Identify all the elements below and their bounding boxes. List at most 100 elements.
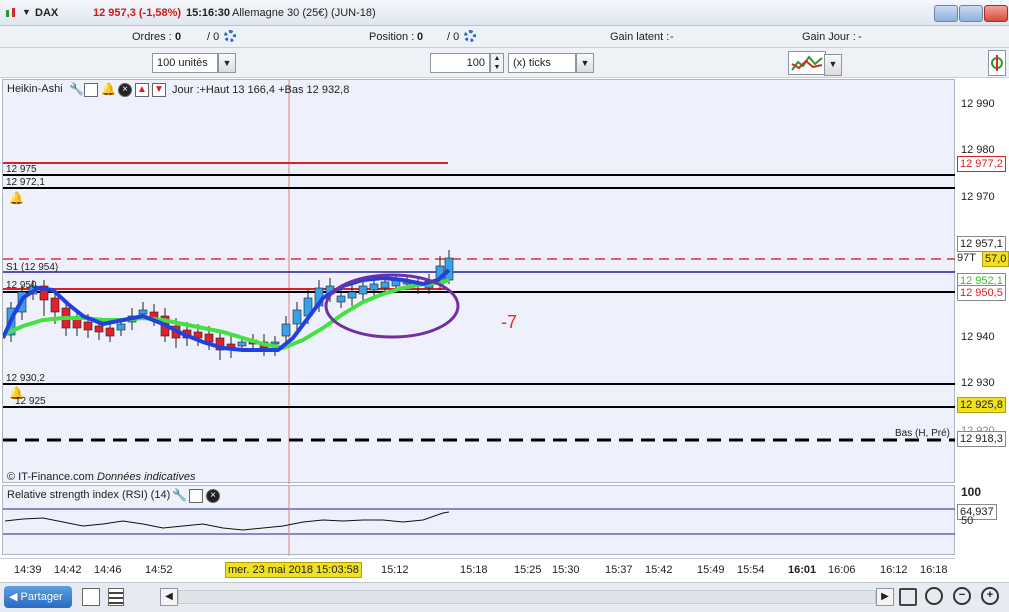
level-12975: 12 975: [6, 164, 37, 175]
alert-bell-icon[interactable]: 🔔: [9, 191, 24, 205]
x-tick: 14:42: [54, 564, 82, 576]
level-12925: 12 925: [15, 396, 46, 407]
orders-label: Ordres :: [132, 31, 172, 43]
x-tick: 15:42: [645, 564, 673, 576]
share-label: Partager: [20, 591, 63, 603]
up-icon[interactable]: ▲: [135, 83, 149, 97]
time-axis[interactable]: 14:39 14:42 14:46 14:52 mer. 23 mai 2018…: [0, 558, 955, 580]
share-icon: ◀: [9, 591, 18, 603]
ticks-input[interactable]: 100: [430, 53, 490, 73]
scroll-right-button[interactable]: ▶: [876, 588, 894, 606]
rsi-tick-100: 100: [961, 485, 982, 499]
gear-icon[interactable]: [224, 30, 236, 42]
gear-icon[interactable]: [464, 30, 476, 42]
x-tick: 16:01: [788, 564, 817, 576]
chevron-down-icon[interactable]: ▼: [824, 54, 842, 76]
x-tick: 16:12: [880, 564, 908, 576]
dropdown-arrow-icon[interactable]: ▼: [22, 7, 31, 17]
wrench-icon[interactable]: 🔧: [172, 488, 187, 502]
day-info: Jour :+Haut 13 166,4 +Bas 12 932,8: [172, 84, 350, 96]
bell-icon[interactable]: 🔔: [101, 82, 116, 96]
level-12972: 12 972,1: [6, 177, 45, 188]
annotation-text: -7: [501, 312, 518, 332]
trade-toolbar: 100 unités ▼ 100 ▲ ▼ (x) ticks ▼ ▼: [0, 48, 1009, 78]
indicator-chart-icon[interactable]: [788, 51, 826, 75]
y-tick: 12 980: [961, 144, 995, 156]
hover-date: mer. 23 mai 2018 15:03:58: [225, 562, 362, 578]
window-icon[interactable]: [84, 83, 98, 97]
gain-latent-label: Gain latent :: [610, 31, 670, 43]
level-12950: 12 950: [6, 280, 37, 291]
indicator-title: Heikin-Ashi: [7, 83, 63, 95]
zoom-fit-icon[interactable]: [899, 588, 917, 606]
minimize-button[interactable]: [934, 5, 958, 22]
x-tick: 16:18: [920, 564, 948, 576]
drawing-tool-icon[interactable]: [82, 588, 100, 606]
x-tick: 14:52: [145, 564, 173, 576]
rsi-panel[interactable]: Relative strength index (RSI) (14) 🔧 ×: [2, 485, 956, 556]
y-tick: 12 930: [961, 377, 995, 389]
position-value: 0: [417, 31, 424, 43]
down-icon[interactable]: ▼: [152, 83, 166, 97]
price-box-red: 12 950,5: [957, 285, 1006, 301]
units-select[interactable]: 100 unités: [152, 53, 218, 73]
x-tick: 16:06: [828, 564, 856, 576]
zoom-chart-icon[interactable]: [988, 50, 1006, 76]
x-tick: 15:54: [737, 564, 765, 576]
price-box-yellow: 12 925,8: [957, 397, 1006, 413]
close-icon[interactable]: ×: [206, 489, 220, 503]
symbol-label: DAX: [35, 7, 59, 19]
horizontal-scrollbar[interactable]: [178, 590, 876, 604]
price-axis[interactable]: 12 990 12 980 12 977,2 12 970 12 957,1 9…: [955, 79, 1009, 555]
stepper-icon[interactable]: ▲ ▼: [490, 53, 504, 73]
zoom-out-icon[interactable]: −: [953, 587, 971, 605]
close-icon[interactable]: ×: [118, 83, 132, 97]
position-total: / 0: [447, 31, 460, 43]
price-box-yellow: 57,0: [982, 251, 1009, 267]
price-box: 12 957,1: [957, 236, 1006, 252]
rsi-line: [4, 511, 450, 531]
candles: [6, 250, 454, 360]
bottom-toolbar: ◀ Partager ◀ ▶ − +: [0, 582, 1009, 612]
zoom-in-icon[interactable]: +: [981, 587, 999, 605]
chevron-down-icon[interactable]: ▼: [576, 53, 594, 73]
title-bar: ▼ DAX 12 957,3 (-1,58%) 15:16:30 Allemag…: [0, 0, 1009, 26]
wrench-icon[interactable]: 🔧: [69, 82, 84, 96]
level-s1: S1 (12 954): [6, 262, 59, 273]
x-tick: 15:18: [460, 564, 488, 576]
x-tick: 15:37: [605, 564, 633, 576]
ticks-unit-select[interactable]: (x) ticks: [508, 53, 576, 73]
x-tick: 14:46: [94, 564, 122, 576]
disclaimer-text: Données indicatives: [97, 471, 196, 483]
price-label: 12 957,3 (-1,58%): [93, 7, 182, 19]
chevron-down-icon[interactable]: ▼: [218, 53, 236, 73]
level-bas: Bas (H, Pré): [895, 428, 951, 439]
x-tick: 14:39: [14, 564, 42, 576]
level-12930: 12 930,2: [6, 373, 45, 384]
close-button[interactable]: [984, 5, 1008, 22]
window-icon[interactable]: [189, 489, 203, 503]
list-icon[interactable]: [108, 588, 124, 606]
zoom-area-icon[interactable]: [925, 587, 943, 605]
copyright-text: © IT-Finance.com: [7, 471, 94, 483]
x-tick: 15:12: [381, 564, 409, 576]
gain-jour-label: Gain Jour :: [802, 31, 856, 43]
rsi-tick-50: 50: [961, 515, 974, 527]
x-tick: 15:49: [697, 564, 725, 576]
gain-latent-value: -: [670, 31, 674, 43]
price-chart[interactable]: Heikin-Ashi 🔧 🔔 × ▲ ▼ Jour :+Haut 13 166…: [2, 79, 956, 484]
chart-type-icon[interactable]: [4, 6, 18, 20]
position-label: Position :: [369, 31, 415, 43]
orders-total: / 0: [207, 31, 220, 43]
price-chart-svg: [3, 80, 956, 484]
maximize-button[interactable]: [959, 5, 983, 22]
price-box-97t: 97T: [957, 252, 976, 264]
orders-bar: Ordres : 0 / 0 Position : 0 / 0 Gain lat…: [0, 26, 1009, 48]
scroll-left-button[interactable]: ◀: [160, 588, 178, 606]
instrument-label: Allemagne 30 (25€) (JUN-18): [232, 7, 376, 19]
x-tick: 15:30: [552, 564, 580, 576]
share-button[interactable]: ◀ Partager: [4, 586, 72, 608]
orders-value: 0: [175, 31, 182, 43]
time-label: 15:16:30: [186, 7, 231, 19]
price-box: 12 918,3: [957, 431, 1006, 447]
